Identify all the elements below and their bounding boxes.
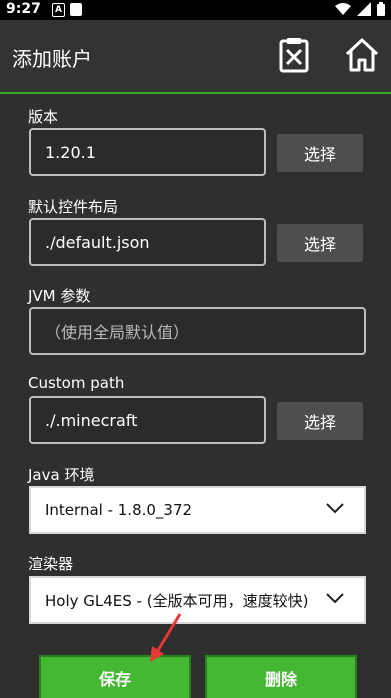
annotation-arrow-icon <box>150 613 182 662</box>
version-label: 版本 <box>28 108 59 126</box>
notification-square-icon <box>70 3 82 16</box>
chevron-down-icon <box>326 593 344 604</box>
status-time: 9:27 <box>6 1 41 17</box>
app-bar: 添加账户 <box>0 20 391 94</box>
status-icons <box>335 2 385 16</box>
renderer-label: 渲染器 <box>28 555 74 573</box>
java-env-dropdown[interactable]: Internal - 1.8.0_372 <box>29 486 366 534</box>
renderer-dropdown[interactable]: Holy GL4ES - (全版本可用，速度较快) <box>29 576 366 624</box>
version-select-button[interactable]: 选择 <box>277 134 363 172</box>
renderer-selected: Holy GL4ES - (全版本可用，速度较快) <box>45 591 309 610</box>
jvm-args-label: JVM 参数 <box>28 287 91 305</box>
battery-icon <box>377 2 385 16</box>
clipboard-x-icon[interactable] <box>274 35 314 75</box>
wifi-icon <box>335 3 351 15</box>
control-layout-field[interactable]: ./default.json <box>29 218 266 266</box>
java-env-selected: Internal - 1.8.0_372 <box>45 501 193 519</box>
version-field[interactable]: 1.20.1 <box>29 128 266 176</box>
control-layout-select-button[interactable]: 选择 <box>277 224 363 262</box>
java-env-label: Java 环境 <box>28 466 95 484</box>
custom-path-field[interactable]: ./.minecraft <box>29 396 266 444</box>
chevron-down-icon <box>326 503 344 514</box>
delete-button[interactable]: 删除 <box>205 655 357 698</box>
signal-icon <box>357 2 371 16</box>
control-layout-label: 默认控件布局 <box>28 198 119 216</box>
home-icon[interactable] <box>342 35 382 75</box>
status-bar: 9:27 A <box>0 0 391 20</box>
notification-a-icon: A <box>52 3 65 17</box>
custom-path-label: Custom path <box>28 374 125 392</box>
custom-path-select-button[interactable]: 选择 <box>277 402 363 440</box>
page-title: 添加账户 <box>12 47 92 71</box>
jvm-args-field[interactable]: （使用全局默认值） <box>29 307 366 355</box>
